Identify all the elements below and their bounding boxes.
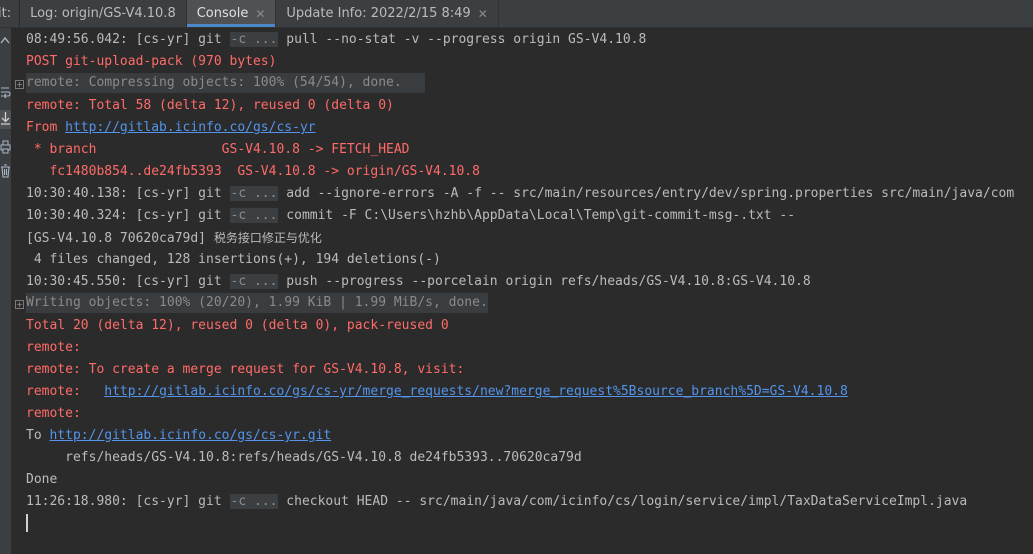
tab-log-label: Log: origin/GS-V4.10.8 bbox=[30, 6, 176, 21]
console-line: remote: Total 58 (delta 12), reused 0 (d… bbox=[26, 98, 394, 113]
console-line: 10:30:40.324: [cs-yr] git -c ... commit … bbox=[26, 208, 796, 223]
tab-console-label: Console bbox=[196, 6, 249, 21]
collapsed-args-chip[interactable]: -c ... bbox=[229, 32, 279, 47]
console-line: remote: To create a merge request for GS… bbox=[26, 362, 465, 377]
fold-expand-icon[interactable]: + bbox=[15, 300, 24, 309]
console-line: * branch GS-V4.10.8 -> FETCH_HEAD bbox=[26, 142, 410, 157]
console-toolbar bbox=[0, 28, 11, 554]
console-line: 08:49:56.042: [cs-yr] git -c ... pull --… bbox=[26, 32, 647, 47]
console-line: refs/heads/GS-V4.10.8:refs/heads/GS-V4.1… bbox=[26, 450, 582, 465]
collapsed-args-chip[interactable]: -c ... bbox=[229, 208, 279, 223]
folded-progress-line[interactable]: Writing objects: 100% (20/20), 1.99 KiB … bbox=[26, 293, 488, 313]
console-line: 10:30:45.550: [cs-yr] git -c ... push --… bbox=[26, 274, 811, 289]
console-line: [GS-V4.10.8 70620ca79d] 税务接口修正与优化 bbox=[26, 231, 322, 246]
close-icon[interactable]: ✕ bbox=[255, 7, 265, 21]
collapsed-args-chip[interactable]: -c ... bbox=[229, 186, 279, 201]
close-icon[interactable]: ✕ bbox=[478, 7, 488, 21]
collapsed-args-chip[interactable]: -c ... bbox=[229, 274, 279, 289]
scroll-to-end-icon[interactable] bbox=[0, 110, 11, 129]
remote-repo-link[interactable]: http://gitlab.icinfo.co/gs/cs-yr.git bbox=[49, 428, 331, 443]
console-line: From http://gitlab.icinfo.co/gs/cs-yr bbox=[26, 120, 316, 135]
collapsed-args-chip[interactable]: -c ... bbox=[229, 494, 279, 509]
console-line: fc1480b854..de24fb5393 GS-V4.10.8 -> ori… bbox=[26, 164, 480, 179]
console-line: 10:30:40.138: [cs-yr] git -c ... add --i… bbox=[26, 186, 1015, 201]
soft-wrap-icon[interactable] bbox=[0, 86, 11, 103]
folded-progress-line[interactable]: remote: Compressing objects: 100% (54/54… bbox=[26, 73, 426, 93]
console-line: remote: bbox=[26, 340, 81, 355]
console-line: Done bbox=[26, 472, 58, 487]
console-line: POST git-upload-pack (970 bytes) bbox=[26, 54, 277, 69]
console-line: 11:26:18.980: [cs-yr] git -c ... checkou… bbox=[26, 494, 968, 509]
tab-console[interactable]: Console ✕ bbox=[186, 0, 277, 27]
console-output[interactable]: 08:49:56.042: [cs-yr] git -c ... pull --… bbox=[11, 28, 1033, 554]
tab-log[interactable]: Log: origin/GS-V4.10.8 bbox=[20, 0, 187, 27]
console-line: remote: bbox=[26, 406, 81, 421]
console-line: Total 20 (delta 12), reused 0 (delta 0),… bbox=[26, 318, 449, 333]
git-console-window: it: Log: origin/GS-V4.10.8 Console ✕ Upd… bbox=[0, 0, 1033, 554]
print-icon[interactable] bbox=[0, 140, 11, 157]
text-caret bbox=[26, 514, 28, 532]
tool-window-title: it: bbox=[0, 0, 21, 27]
merge-request-link[interactable]: http://gitlab.icinfo.co/gs/cs-yr/merge_r… bbox=[104, 384, 848, 399]
tool-window-tab-bar: it: Log: origin/GS-V4.10.8 Console ✕ Upd… bbox=[0, 0, 1033, 28]
console-line: To http://gitlab.icinfo.co/gs/cs-yr.git bbox=[26, 428, 332, 443]
tab-update-info[interactable]: Update Info: 2022/2/15 8:49 ✕ bbox=[276, 0, 499, 27]
console-line: remote: http://gitlab.icinfo.co/gs/cs-yr… bbox=[26, 384, 848, 399]
tab-update-info-label: Update Info: 2022/2/15 8:49 bbox=[286, 6, 471, 21]
scroll-up-icon[interactable] bbox=[0, 34, 11, 49]
repo-link[interactable]: http://gitlab.icinfo.co/gs/cs-yr bbox=[65, 120, 315, 135]
console-line: 4 files changed, 128 insertions(+), 194 … bbox=[26, 252, 441, 267]
trash-icon[interactable] bbox=[0, 164, 11, 181]
fold-expand-icon[interactable]: + bbox=[15, 80, 24, 89]
